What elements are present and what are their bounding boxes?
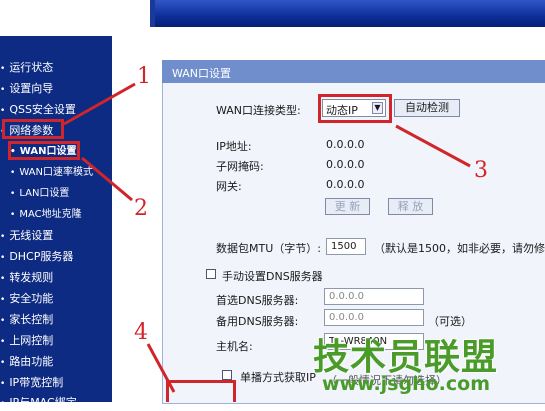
arrow-1-line xyxy=(63,82,136,126)
arrow-3-line xyxy=(395,124,471,168)
annotation-number-1: 1 xyxy=(137,64,151,89)
annotation-number-4: 4 xyxy=(134,320,148,345)
watermark-url: www.jsgho.com xyxy=(322,373,490,395)
annotation-number-3: 3 xyxy=(474,158,488,183)
arrow-4-line xyxy=(146,343,176,393)
annotation-number-2: 2 xyxy=(134,196,148,221)
arrow-2-line xyxy=(81,156,133,202)
